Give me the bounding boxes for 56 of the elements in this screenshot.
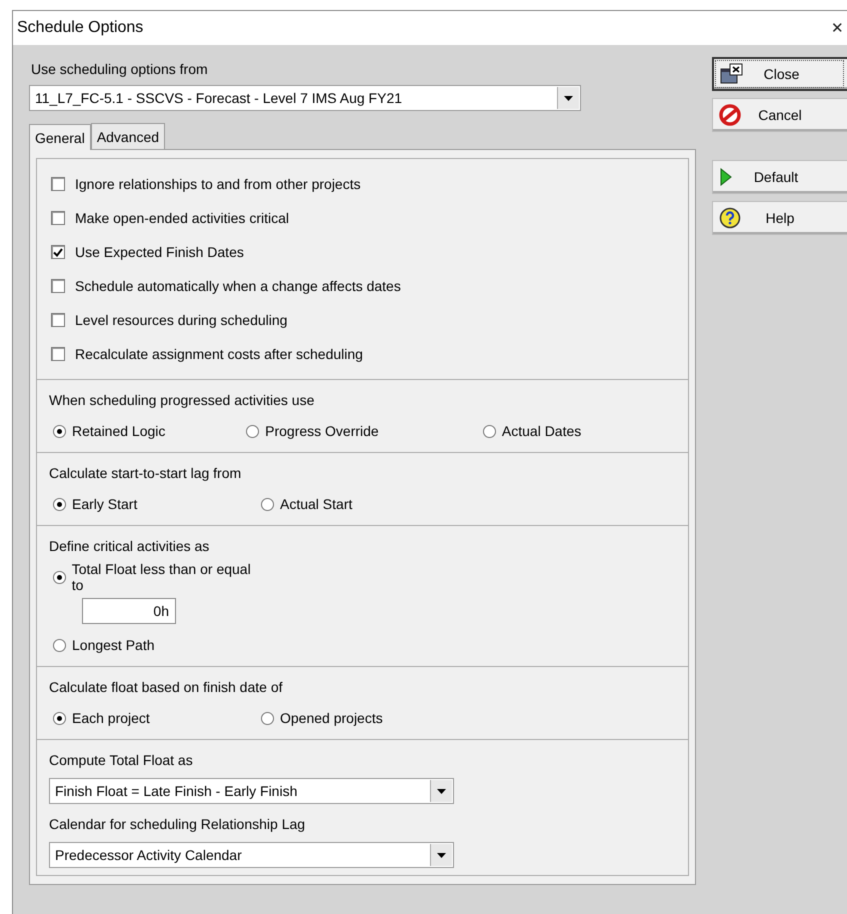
- dropdown-arrow-icon: [437, 852, 446, 858]
- radio-label: Progress Override: [265, 423, 379, 439]
- checkbox-label: Make open-ended activities critical: [75, 210, 289, 226]
- field-label: Calendar for scheduling Relationship Lag: [49, 816, 306, 832]
- checkbox[interactable]: [51, 347, 65, 361]
- radio-button[interactable]: [53, 424, 66, 438]
- radio-label: Opened projects: [280, 710, 383, 726]
- radio-button[interactable]: [261, 498, 274, 510]
- radio-button[interactable]: [53, 570, 66, 584]
- help-button[interactable]: Help: [712, 201, 847, 235]
- section-title: When scheduling progressed activities use: [49, 392, 316, 408]
- dropdown-field[interactable]: Finish Float = Late Finish - Early Finish: [49, 778, 454, 804]
- checkbox[interactable]: [51, 211, 65, 225]
- field-label: Use scheduling options from: [31, 61, 209, 77]
- no-entry-icon: [719, 104, 741, 126]
- radio-button[interactable]: [482, 424, 496, 438]
- tab[interactable]: Advanced: [90, 123, 166, 149]
- cancel-button[interactable]: Cancel: [712, 98, 847, 132]
- checkbox[interactable]: [51, 279, 65, 293]
- checkbox[interactable]: [51, 245, 65, 259]
- play-icon: [719, 168, 733, 186]
- radio-button[interactable]: [53, 638, 66, 652]
- radio-button[interactable]: [53, 712, 66, 724]
- dropdown-arrow-icon: [564, 96, 573, 100]
- checkbox-label: Recalculate assignment costs after scheduling: [75, 346, 363, 362]
- help-icon: [719, 207, 741, 229]
- checkbox-label: Ignore relationships to and from other projects: [75, 176, 361, 192]
- window-title: Schedule Options: [17, 19, 144, 37]
- section-title: Calculate float based on finish date of: [49, 679, 284, 695]
- radio-label: Retained Logic: [72, 423, 166, 439]
- default-button[interactable]: Default: [712, 160, 847, 194]
- radio-label: Longest Path: [72, 637, 155, 653]
- checkbox-label: Schedule automatically when a change affects dates: [75, 278, 401, 294]
- checkbox-label: Use Expected Finish Dates: [75, 244, 244, 260]
- dropdown-arrow-icon: [437, 788, 446, 794]
- radio-label: Total Float less than or equal to: [72, 561, 252, 593]
- section-title: Calculate start-to-start lag from: [49, 465, 242, 481]
- float-input-field[interactable]: 0h: [82, 598, 176, 624]
- checkbox-label: Level resources during scheduling: [75, 312, 288, 328]
- dropdown-field[interactable]: 11_L7_FC-5.1 - SSCVS - Forecast - Level 7 IMS Aug FY21: [29, 85, 581, 111]
- window-close-icon: [720, 63, 744, 85]
- close-icon[interactable]: ✕: [831, 19, 844, 37]
- dropdown-field[interactable]: Predecessor Activity Calendar: [49, 842, 454, 868]
- radio-button[interactable]: [246, 424, 260, 438]
- field-label: Compute Total Float as: [49, 752, 194, 768]
- checkbox[interactable]: [51, 313, 65, 327]
- radio-label: Actual Start: [280, 496, 352, 512]
- tab[interactable]: General: [29, 124, 91, 150]
- checkbox[interactable]: [51, 177, 65, 191]
- radio-label: Early Start: [72, 496, 138, 512]
- radio-button[interactable]: [261, 712, 274, 724]
- section-title: Define critical activities as: [49, 538, 210, 554]
- radio-label: Each project: [72, 710, 150, 726]
- radio-button[interactable]: [53, 498, 66, 510]
- radio-label: Actual Dates: [502, 423, 582, 439]
- close-button[interactable]: Close: [712, 57, 847, 91]
